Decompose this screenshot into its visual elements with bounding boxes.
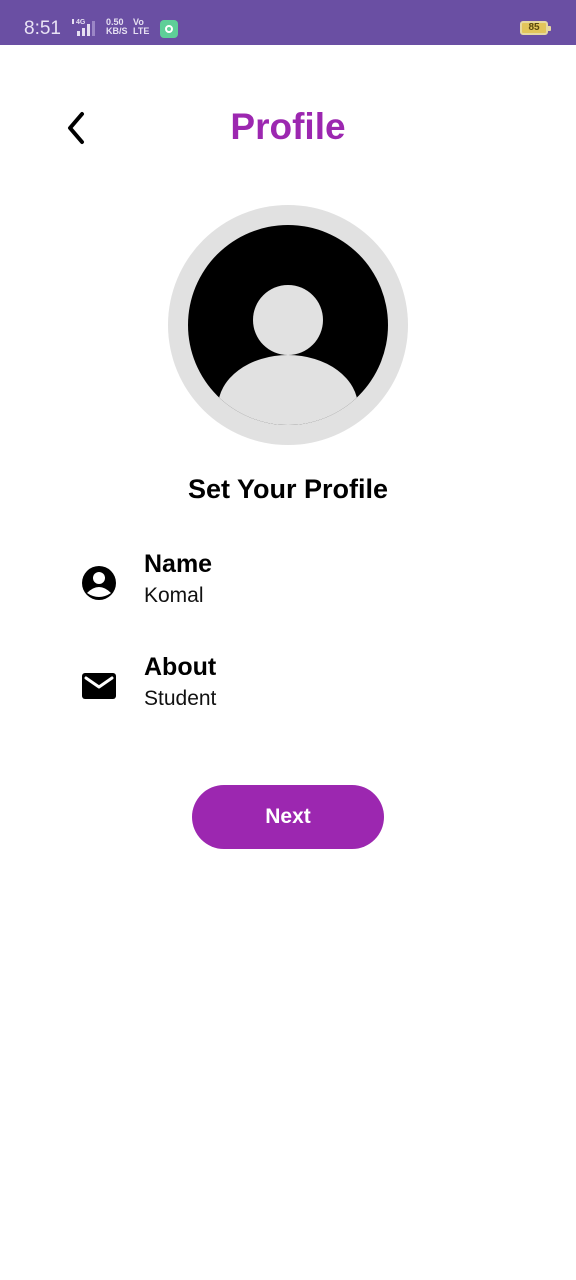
avatar[interactable]	[168, 205, 408, 445]
speed-unit: KB/S	[106, 26, 128, 36]
name-field[interactable]: Name Komal	[80, 550, 500, 620]
battery-icon: 85	[520, 21, 551, 35]
network-speed: 0.50 KB/S	[106, 18, 128, 36]
section-heading: Set Your Profile	[187, 474, 389, 504]
volte-bottom: LTE	[133, 26, 150, 36]
account-circle-icon	[188, 225, 388, 425]
envelope-icon	[82, 673, 116, 699]
volte-indicator: Vo LTE	[133, 18, 149, 36]
about-label: About	[144, 653, 217, 681]
name-value: Komal	[144, 584, 204, 607]
page-title: Profile	[230, 106, 346, 147]
network-type: 4G	[76, 19, 86, 26]
notification-app-icon	[160, 20, 178, 38]
status-time: 8:51	[24, 18, 61, 39]
about-value: Student	[144, 687, 217, 710]
account-circle-icon	[82, 566, 116, 600]
next-button[interactable]: Next	[192, 785, 384, 849]
signal-icon: 4G	[72, 19, 95, 36]
status-bar: 8:51 4G 0.50 KB/S Vo LTE 85	[0, 0, 576, 45]
about-field[interactable]: About Student	[80, 653, 500, 723]
name-label: Name	[144, 550, 213, 578]
